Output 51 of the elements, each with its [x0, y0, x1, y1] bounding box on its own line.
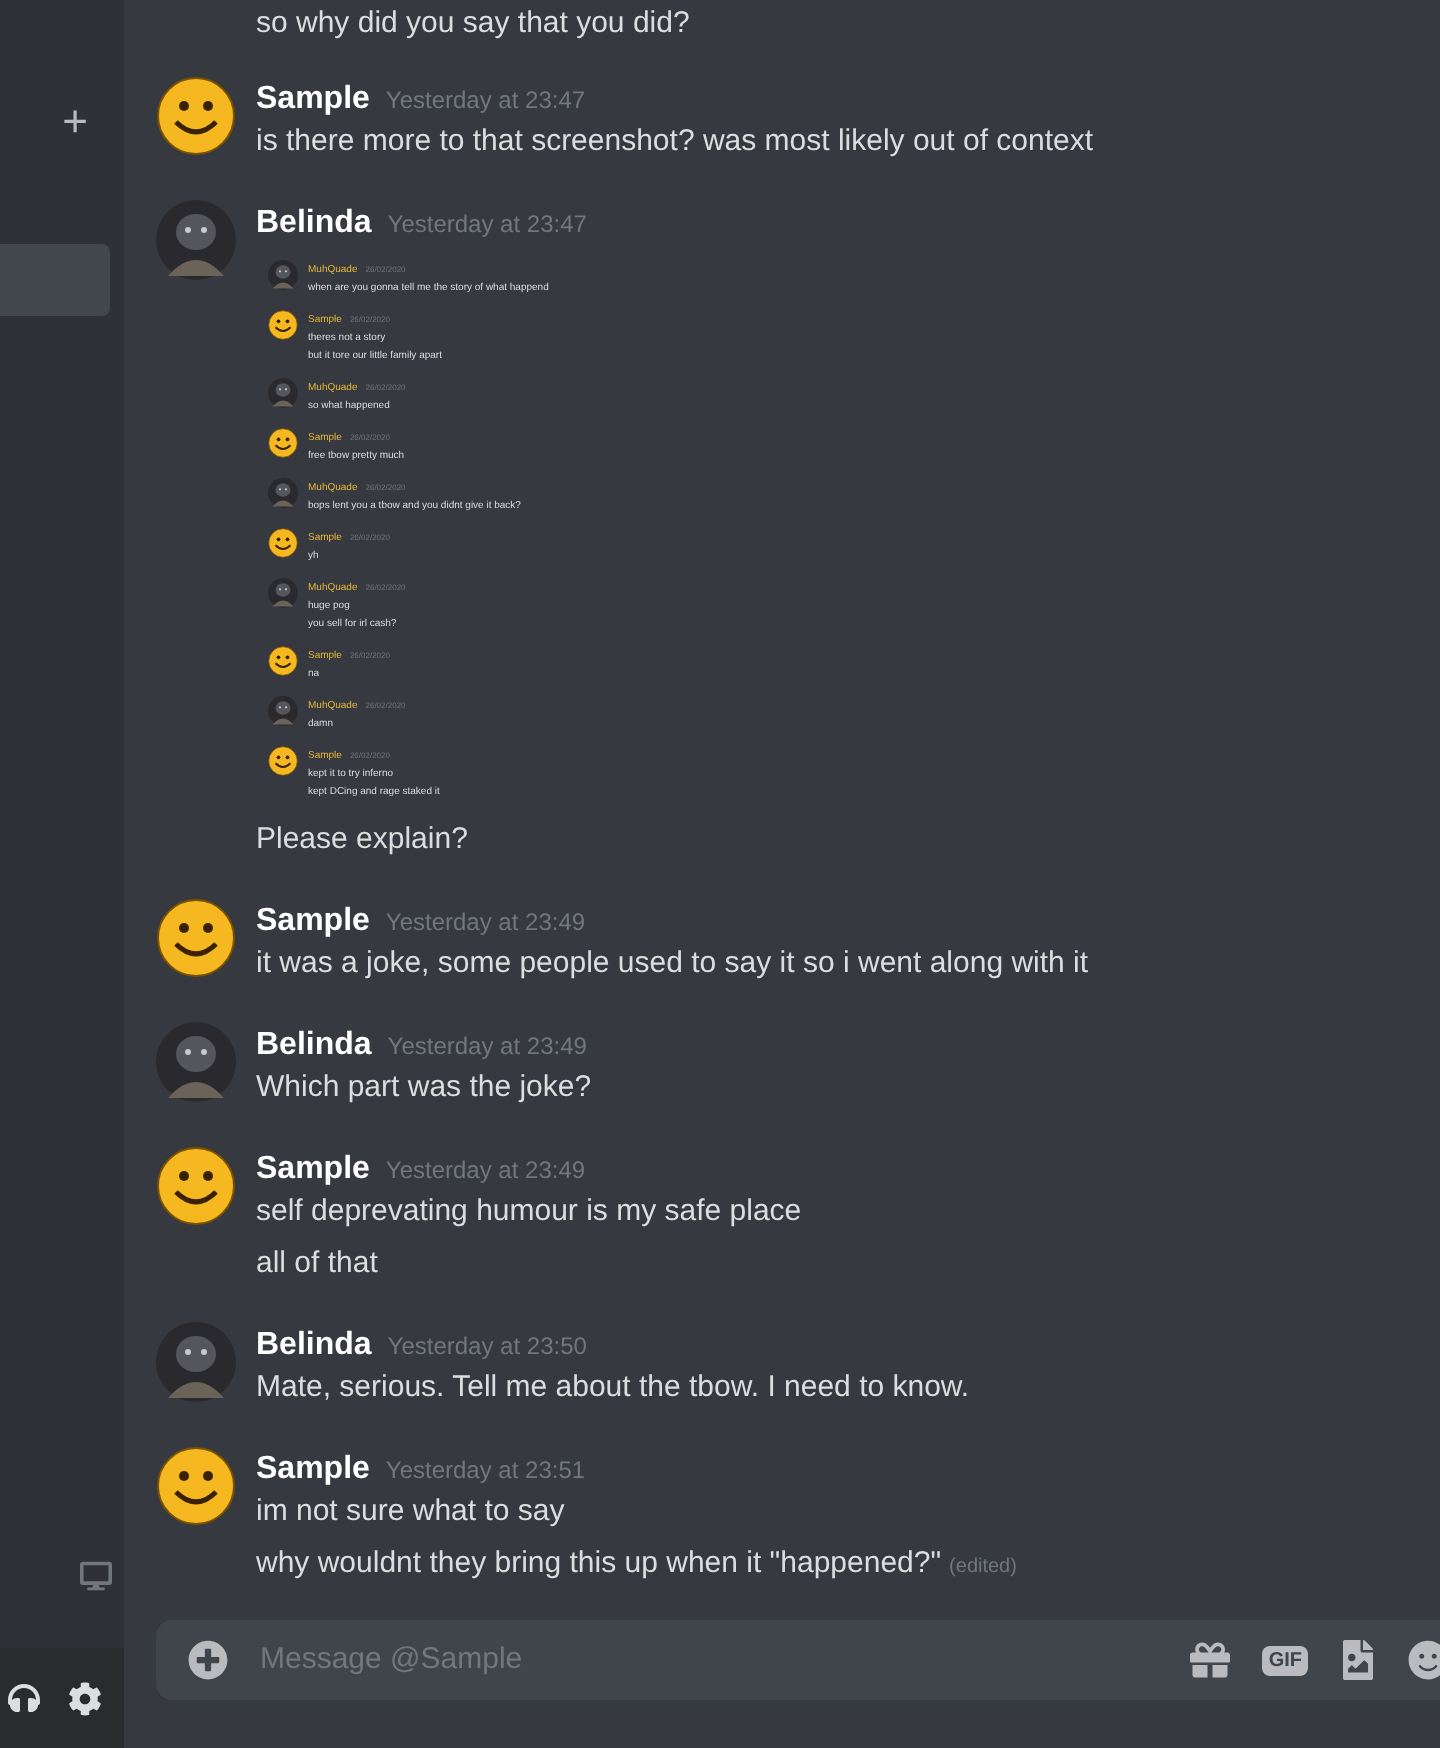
- avatar: [268, 696, 298, 726]
- smiley-avatar: [268, 746, 298, 776]
- timestamp: Yesterday at 23:50: [387, 1330, 587, 1364]
- avatar: [268, 578, 298, 608]
- edited-label: (edited): [949, 1554, 1017, 1582]
- smiley-avatar: [268, 310, 298, 340]
- avatar: [156, 1322, 236, 1402]
- smiley-avatar: [156, 1146, 236, 1226]
- gift-icon[interactable]: [1190, 1640, 1231, 1680]
- screen-share-icon[interactable]: [80, 1560, 112, 1592]
- avatar: [268, 260, 298, 290]
- add-attachment-icon[interactable]: [188, 1640, 228, 1680]
- settings-icon[interactable]: [68, 1681, 102, 1715]
- timestamp: Yesterday at 23:49: [385, 1154, 586, 1188]
- timestamp: Yesterday at 23:49: [387, 1030, 587, 1064]
- author-name: Belinda: [256, 204, 372, 244]
- message-text: Please explain?: [256, 820, 468, 860]
- message-text: Which part was the joke?: [256, 1068, 592, 1108]
- timestamp: Yesterday at 23:47: [385, 84, 586, 118]
- author-name: Belinda: [256, 1026, 372, 1066]
- smiley-avatar: [268, 646, 298, 676]
- author-name: Sample: [256, 1150, 370, 1190]
- author-name: Sample: [256, 1450, 370, 1490]
- avatar: [156, 1022, 236, 1102]
- author-name: Sample: [256, 902, 370, 942]
- message-text: it was a joke, some people used to say it so i went along with it: [256, 944, 1089, 984]
- smiley-avatar: [156, 1446, 236, 1526]
- author-name: Sample: [256, 80, 370, 120]
- smiley-avatar: [156, 898, 236, 978]
- message-text: self deprevating humour is my safe place: [256, 1192, 802, 1232]
- file-icon[interactable]: [1340, 1640, 1376, 1680]
- message-text: im not sure what to say: [256, 1492, 565, 1532]
- avatar: [268, 478, 298, 508]
- add-button[interactable]: +: [62, 100, 88, 144]
- author-name: Belinda: [256, 1326, 372, 1366]
- message-text: all of that: [256, 1244, 378, 1284]
- message-text: is there more to that screenshot? was most likely out of context: [256, 122, 1094, 162]
- emoji-icon[interactable]: [1408, 1640, 1440, 1680]
- headphones-icon[interactable]: [8, 1682, 40, 1714]
- timestamp: Yesterday at 23:49: [385, 906, 586, 940]
- message-text: why wouldnt they bring this up when it "happened?": [256, 1544, 942, 1584]
- smiley-avatar: [268, 528, 298, 558]
- message-text: so why did you say that you did?: [256, 6, 690, 40]
- gif-button[interactable]: GIF: [1262, 1645, 1308, 1675]
- avatar: [156, 200, 236, 280]
- avatar: [268, 378, 298, 408]
- message-text: Mate, serious. Tell me about the tbow. I need to know.: [256, 1368, 970, 1408]
- smiley-avatar: [268, 428, 298, 458]
- timestamp: Yesterday at 23:47: [387, 208, 587, 242]
- smiley-avatar: [156, 76, 236, 156]
- timestamp: Yesterday at 23:51: [385, 1454, 586, 1488]
